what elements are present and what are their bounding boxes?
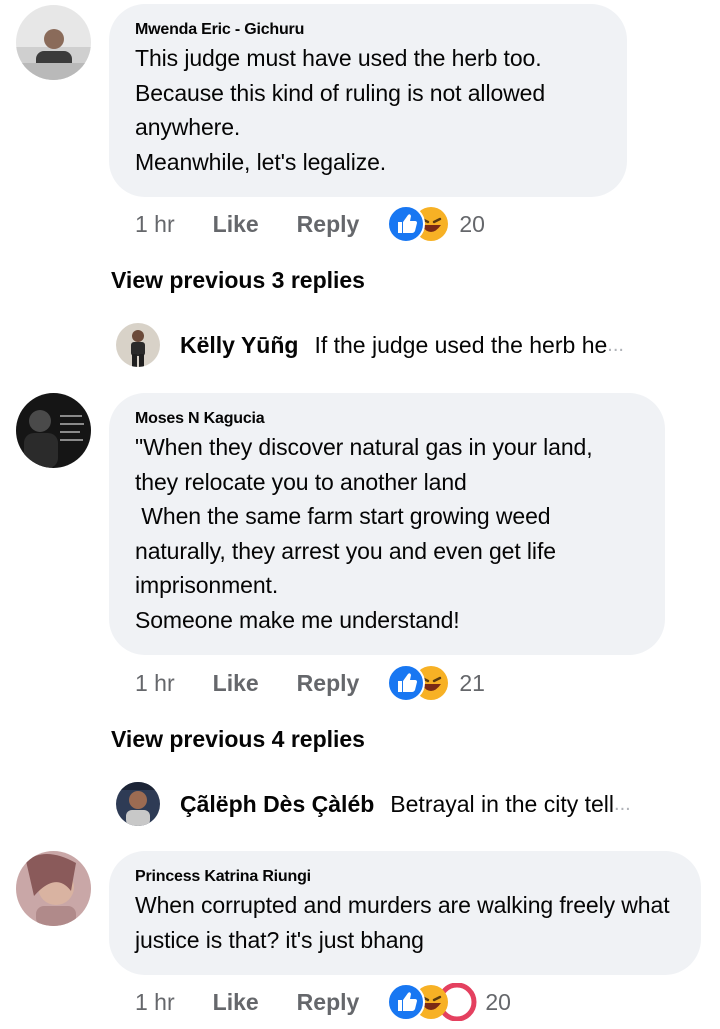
comment-time[interactable]: 1 hr xyxy=(135,670,175,697)
reaction-icons xyxy=(387,983,477,1021)
comment-text: This judge must have used the herb too. … xyxy=(135,45,546,175)
like-button[interactable]: Like xyxy=(213,211,259,238)
reply-avatar[interactable] xyxy=(116,782,160,826)
profile-photo xyxy=(16,5,91,80)
reply-button[interactable]: Reply xyxy=(297,989,360,1016)
profile-photo xyxy=(16,393,91,468)
like-button[interactable]: Like xyxy=(213,670,259,697)
comment-actions: 1 hr Like Reply 21 xyxy=(135,663,485,703)
reaction-icons xyxy=(387,205,449,243)
reply-button[interactable]: Reply xyxy=(297,670,360,697)
reply-button[interactable]: Reply xyxy=(297,211,360,238)
reactions-summary[interactable]: 20 xyxy=(387,983,511,1021)
reply-ellipsis: ... xyxy=(614,792,631,815)
comment-actions: 1 hr Like Reply 20 xyxy=(135,982,511,1022)
comment-author[interactable]: Moses N Kagucia xyxy=(135,408,639,430)
comment-bubble: Princess Katrina Riungi When corrupted a… xyxy=(109,851,701,975)
reply-author[interactable]: Këlly Yūñg xyxy=(180,332,298,359)
comment-text: "When they discover natural gas in your … xyxy=(135,434,593,633)
profile-photo xyxy=(116,782,160,826)
view-previous-replies-link[interactable]: View previous 4 replies xyxy=(111,726,365,753)
reply-ellipsis: ... xyxy=(607,333,624,356)
commenter-avatar[interactable] xyxy=(16,393,91,468)
reply-preview[interactable]: Çãlëph Dès Çàléb Betrayal in the city te… xyxy=(116,781,631,827)
like-icon xyxy=(387,983,426,1021)
comment-time[interactable]: 1 hr xyxy=(135,989,175,1016)
reactions-summary[interactable]: 20 xyxy=(387,205,485,243)
comment-author[interactable]: Princess Katrina Riungi xyxy=(135,866,675,888)
comment-actions: 1 hr Like Reply 20 xyxy=(135,204,485,244)
profile-photo xyxy=(116,323,160,367)
reply-text: Betrayal in the city tell xyxy=(390,790,615,817)
reply-avatar[interactable] xyxy=(116,323,160,367)
reply-text: If the judge used the herb he xyxy=(314,331,608,358)
reaction-icons xyxy=(387,664,449,702)
comment-bubble: Mwenda Eric - Gichuru This judge must ha… xyxy=(109,4,627,197)
view-previous-replies-link[interactable]: View previous 3 replies xyxy=(111,267,365,294)
like-icon xyxy=(387,664,426,702)
reactions-summary[interactable]: 21 xyxy=(387,664,485,702)
reaction-count: 20 xyxy=(459,210,485,237)
like-button[interactable]: Like xyxy=(213,989,259,1016)
reaction-count: 20 xyxy=(485,988,511,1015)
profile-photo xyxy=(16,851,91,926)
reply-author[interactable]: Çãlëph Dès Çàléb xyxy=(180,791,374,818)
reply-preview[interactable]: Këlly Yūñg If the judge used the herb he… xyxy=(116,322,624,368)
commenter-avatar[interactable] xyxy=(16,851,91,926)
comment-text: When corrupted and murders are walking f… xyxy=(135,892,676,953)
comment-time[interactable]: 1 hr xyxy=(135,211,175,238)
comment-bubble: Moses N Kagucia "When they discover natu… xyxy=(109,393,665,655)
like-icon xyxy=(387,205,426,243)
reaction-count: 21 xyxy=(459,669,485,696)
comment-author[interactable]: Mwenda Eric - Gichuru xyxy=(135,19,601,41)
commenter-avatar[interactable] xyxy=(16,5,91,80)
